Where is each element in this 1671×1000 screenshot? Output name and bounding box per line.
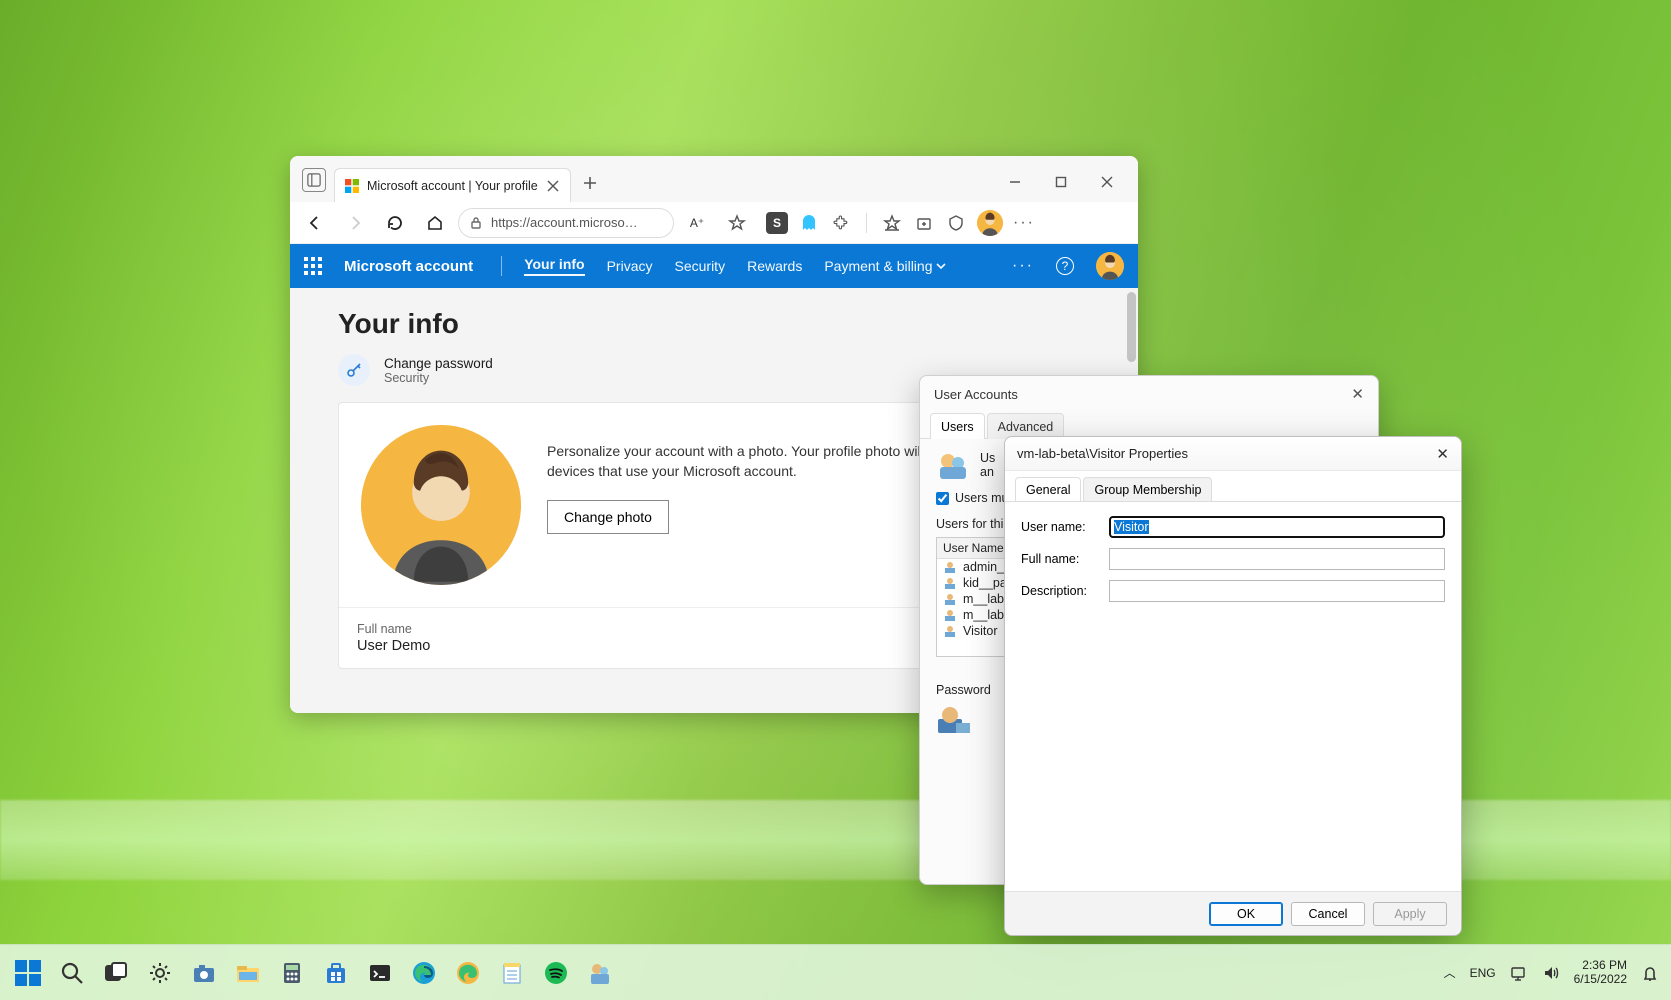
header-avatar[interactable] — [1096, 252, 1124, 280]
description-label: Description: — [1021, 584, 1109, 598]
nav-payment[interactable]: Payment & billing — [824, 258, 946, 274]
chevron-down-icon — [936, 261, 946, 271]
profile-avatar-button[interactable] — [977, 210, 1003, 236]
start-button[interactable] — [12, 957, 44, 989]
tab-general[interactable]: General — [1015, 477, 1081, 501]
lock-icon — [469, 216, 483, 230]
tab-actions-button[interactable] — [302, 168, 326, 192]
user-icon — [943, 624, 957, 638]
change-password-label: Change password — [384, 356, 493, 371]
nav-rewards[interactable]: Rewards — [747, 258, 802, 274]
nav-privacy[interactable]: Privacy — [607, 258, 653, 274]
intro-line-1: Us — [980, 451, 995, 465]
user-accounts-titlebar[interactable]: User Accounts ✕ — [920, 376, 1378, 412]
properties-titlebar[interactable]: vm-lab-beta\Visitor Properties ✕ — [1005, 437, 1461, 471]
new-tab-button[interactable] — [575, 168, 605, 198]
window-minimize-button[interactable] — [992, 162, 1038, 202]
system-tray: ︿ ENG 2:36 PM 6/15/2022 — [1444, 959, 1659, 987]
nav-security[interactable]: Security — [675, 258, 726, 274]
notifications-icon[interactable] — [1641, 964, 1659, 982]
terminal-icon[interactable] — [364, 957, 396, 989]
volume-icon[interactable] — [1542, 964, 1560, 982]
notepad-icon[interactable] — [496, 957, 528, 989]
users-icon — [936, 451, 970, 481]
user-icon — [943, 576, 957, 590]
browser-essentials-button[interactable] — [945, 212, 967, 234]
file-explorer-icon[interactable] — [232, 957, 264, 989]
close-icon[interactable]: ✕ — [1436, 445, 1449, 463]
page-title: Your info — [338, 308, 1138, 340]
favorites-button[interactable] — [881, 212, 903, 234]
address-bar[interactable]: https://account.microso… — [458, 208, 674, 238]
task-view-button[interactable] — [100, 957, 132, 989]
nav-home-button[interactable] — [418, 206, 452, 240]
browser-tabstrip: Microsoft account | Your profile — [290, 156, 1138, 202]
toolbar-separator — [866, 213, 867, 233]
extension-s-icon[interactable]: S — [766, 212, 788, 234]
more-menu-button[interactable]: ··· — [1013, 212, 1035, 234]
key-icon — [338, 354, 370, 386]
user-accounts-taskbar-icon[interactable] — [584, 957, 616, 989]
change-photo-button[interactable]: Change photo — [547, 500, 669, 534]
spotify-icon[interactable] — [540, 957, 572, 989]
nav-forward-button[interactable] — [338, 206, 372, 240]
tray-overflow-button[interactable]: ︿ — [1444, 964, 1456, 981]
user-icon — [943, 592, 957, 606]
extension-puzzle-icon[interactable] — [830, 212, 852, 234]
language-indicator[interactable]: ENG — [1470, 966, 1496, 980]
username-label: User name: — [1021, 520, 1109, 534]
intro-line-2: an — [980, 465, 995, 479]
msa-header: Microsoft account Your info Privacy Secu… — [290, 244, 1138, 288]
cancel-button[interactable]: Cancel — [1291, 902, 1365, 926]
taskbar: ︿ ENG 2:36 PM 6/15/2022 — [0, 944, 1671, 1000]
page-scrollbar[interactable] — [1127, 292, 1136, 362]
browser-toolbar: https://account.microso… A⁺ S ··· — [290, 202, 1138, 244]
close-icon[interactable]: ✕ — [1351, 385, 1364, 403]
header-more-button[interactable]: ··· — [1012, 257, 1034, 275]
edge-canary-icon[interactable] — [452, 957, 484, 989]
tab-users[interactable]: Users — [930, 413, 985, 439]
user-icon — [943, 608, 957, 622]
fullname-input[interactable] — [1109, 548, 1445, 570]
msa-brand[interactable]: Microsoft account — [344, 258, 473, 275]
browser-tab[interactable]: Microsoft account | Your profile — [334, 168, 571, 202]
profile-photo — [361, 425, 521, 585]
user-icon — [943, 560, 957, 574]
window-close-button[interactable] — [1084, 162, 1130, 202]
network-icon[interactable] — [1510, 964, 1528, 982]
password-user-icon — [936, 703, 972, 735]
tab-title: Microsoft account | Your profile — [367, 179, 538, 193]
nav-back-button[interactable] — [298, 206, 332, 240]
edge-icon[interactable] — [408, 957, 440, 989]
taskbar-clock[interactable]: 2:36 PM 6/15/2022 — [1574, 959, 1627, 987]
username-input[interactable] — [1109, 516, 1445, 538]
camera-icon[interactable] — [188, 957, 220, 989]
app-launcher-icon[interactable] — [304, 257, 322, 275]
ok-button[interactable]: OK — [1209, 902, 1283, 926]
extension-ghost-icon[interactable] — [798, 212, 820, 234]
address-url: https://account.microso… — [491, 215, 638, 230]
search-button[interactable] — [56, 957, 88, 989]
description-input[interactable] — [1109, 580, 1445, 602]
visitor-properties-dialog: vm-lab-beta\Visitor Properties ✕ General… — [1004, 436, 1462, 936]
fullname-label: Full name: — [1021, 552, 1109, 566]
change-password-sublabel: Security — [384, 371, 493, 385]
tab-close-icon[interactable] — [546, 179, 560, 193]
microsoft-store-icon[interactable] — [320, 957, 352, 989]
calculator-icon[interactable] — [276, 957, 308, 989]
microsoft-logo-icon — [345, 179, 359, 193]
help-button[interactable]: ? — [1056, 257, 1074, 275]
nav-refresh-button[interactable] — [378, 206, 412, 240]
read-aloud-button[interactable]: A⁺ — [680, 206, 714, 240]
apply-button[interactable]: Apply — [1373, 902, 1447, 926]
collections-button[interactable] — [913, 212, 935, 234]
extensions-area: S ··· — [766, 210, 1035, 236]
settings-icon[interactable] — [144, 957, 176, 989]
tab-group-membership[interactable]: Group Membership — [1083, 477, 1212, 501]
favorite-star-button[interactable] — [720, 206, 754, 240]
nav-your-info[interactable]: Your info — [524, 256, 584, 276]
window-maximize-button[interactable] — [1038, 162, 1084, 202]
